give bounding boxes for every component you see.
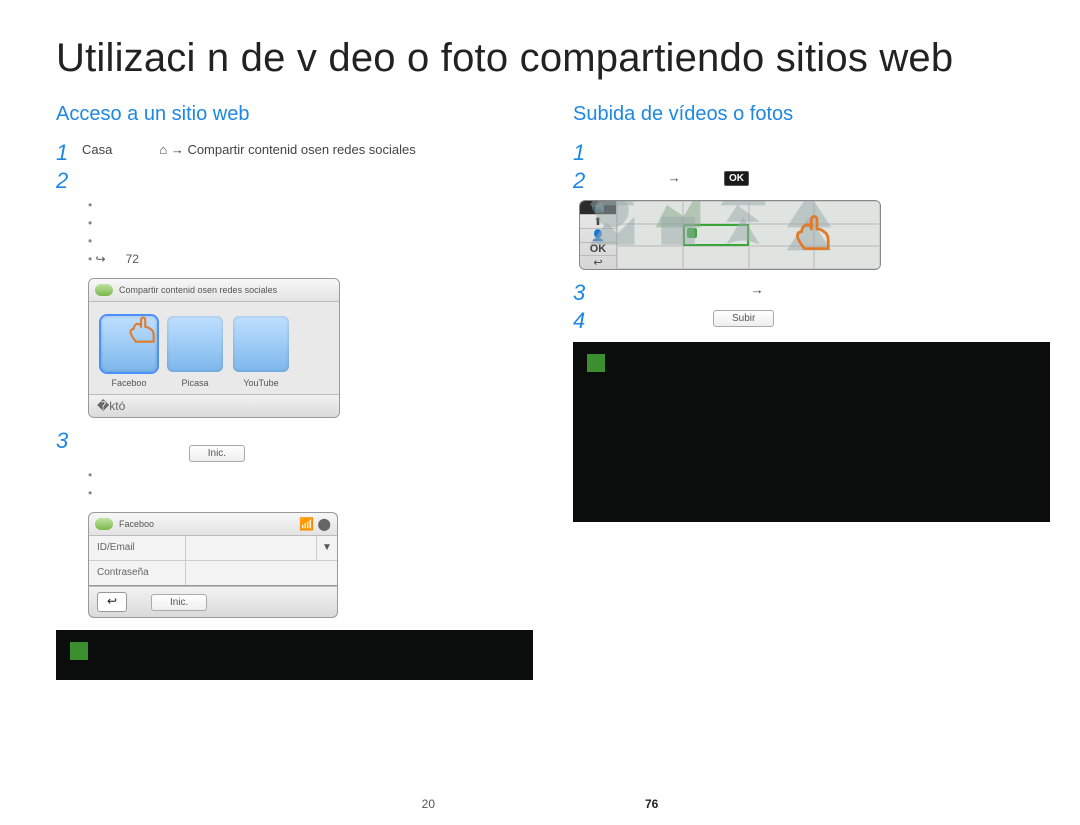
step-3: 3 Inic. <box>56 430 533 462</box>
page-title: Utilizaci n de v deo o foto compartiendo… <box>56 36 1050 81</box>
login-screen: Faceboo 📶 ⬤ ID/Email ▼ Contraseña <box>88 512 338 618</box>
step-number: 2 <box>56 170 72 192</box>
chevron-down-icon[interactable]: ▼ <box>316 536 337 560</box>
note-icon <box>587 354 605 372</box>
tile-label: YouTube <box>233 378 289 388</box>
footer-left: 20 <box>422 797 435 811</box>
home-label: Casa <box>82 142 112 157</box>
step-number: 4 <box>573 310 589 332</box>
cloud-icon <box>95 518 113 530</box>
heading-access: Acceso a un sitio web <box>56 103 533 126</box>
step-number: 1 <box>573 142 589 164</box>
side-back-button[interactable]: ↩ <box>580 256 616 269</box>
step-1r: 1 <box>573 142 1050 164</box>
step-2r: 2 → OK <box>573 170 1050 192</box>
wifi-signal-icon: 📶 ⬤ <box>299 517 331 531</box>
section-upload: Subida de vídeos o fotos 1 2 → OK <box>573 103 1050 680</box>
tile-label: Faceboo <box>101 378 157 388</box>
step-number: 2 <box>573 170 589 192</box>
password-label: Contraseña <box>89 561 186 585</box>
section-access-website: Acceso a un sitio web 1 Casa ⌂ → Compart… <box>56 103 533 680</box>
step-4r: 4 Subir <box>573 310 1050 332</box>
share-picker-screen: Compartir contenid osen redes sociales F… <box>88 278 340 418</box>
tile-label: Picasa <box>167 378 223 388</box>
upload-button-inline[interactable]: Subir <box>713 310 774 327</box>
ref-arrow-icon: ↪ <box>96 252 106 266</box>
id-label: ID/Email <box>89 536 186 560</box>
tile-youtube[interactable] <box>233 316 289 372</box>
step-number: 3 <box>573 282 589 304</box>
back-button[interactable]: ↩ <box>97 592 127 612</box>
page-number: 76 <box>645 797 658 811</box>
step-3r: 3 → <box>573 282 1050 304</box>
note-box-right <box>573 342 1050 522</box>
step-number: 3 <box>56 430 72 452</box>
note-box-left <box>56 630 533 680</box>
step-3-bullets <box>88 466 533 502</box>
ok-key-icon: OK <box>724 171 749 186</box>
tile-facebook[interactable] <box>101 316 157 372</box>
arrow-icon: → <box>171 142 188 157</box>
step-2: 2 <box>56 170 533 192</box>
tap-hand-icon <box>782 201 838 257</box>
share-picker-title: Compartir contenid osen redes sociales <box>119 285 277 295</box>
share-label: Compartir contenid osen redes sociales <box>187 142 415 157</box>
cloud-icon <box>95 284 113 296</box>
arrow-icon: → <box>751 282 764 297</box>
step-1: 1 Casa ⌂ → Compartir contenid osen redes… <box>56 142 533 164</box>
wifi-icon: �któ <box>97 399 125 413</box>
login-button-inline[interactable]: Inic. <box>189 445 245 462</box>
thumbnail-grid-screen: 📹 ⬆ 👤 OK ↩ <box>579 200 881 270</box>
arrow-icon: → <box>668 170 681 185</box>
tap-hand-icon <box>119 306 161 348</box>
email-field[interactable] <box>186 536 316 560</box>
heading-upload: Subida de vídeos o fotos <box>573 103 1050 126</box>
login-submit-button[interactable]: Inic. <box>151 594 207 611</box>
step-2-bullets: ↪ 72 <box>88 196 533 268</box>
step-number: 1 <box>56 142 72 164</box>
note-icon <box>70 642 88 660</box>
home-icon: ⌂ <box>159 142 167 157</box>
page-ref: 72 <box>126 252 139 266</box>
tile-picasa[interactable] <box>167 316 223 372</box>
password-field[interactable] <box>186 561 337 585</box>
login-title: Faceboo <box>119 519 154 529</box>
